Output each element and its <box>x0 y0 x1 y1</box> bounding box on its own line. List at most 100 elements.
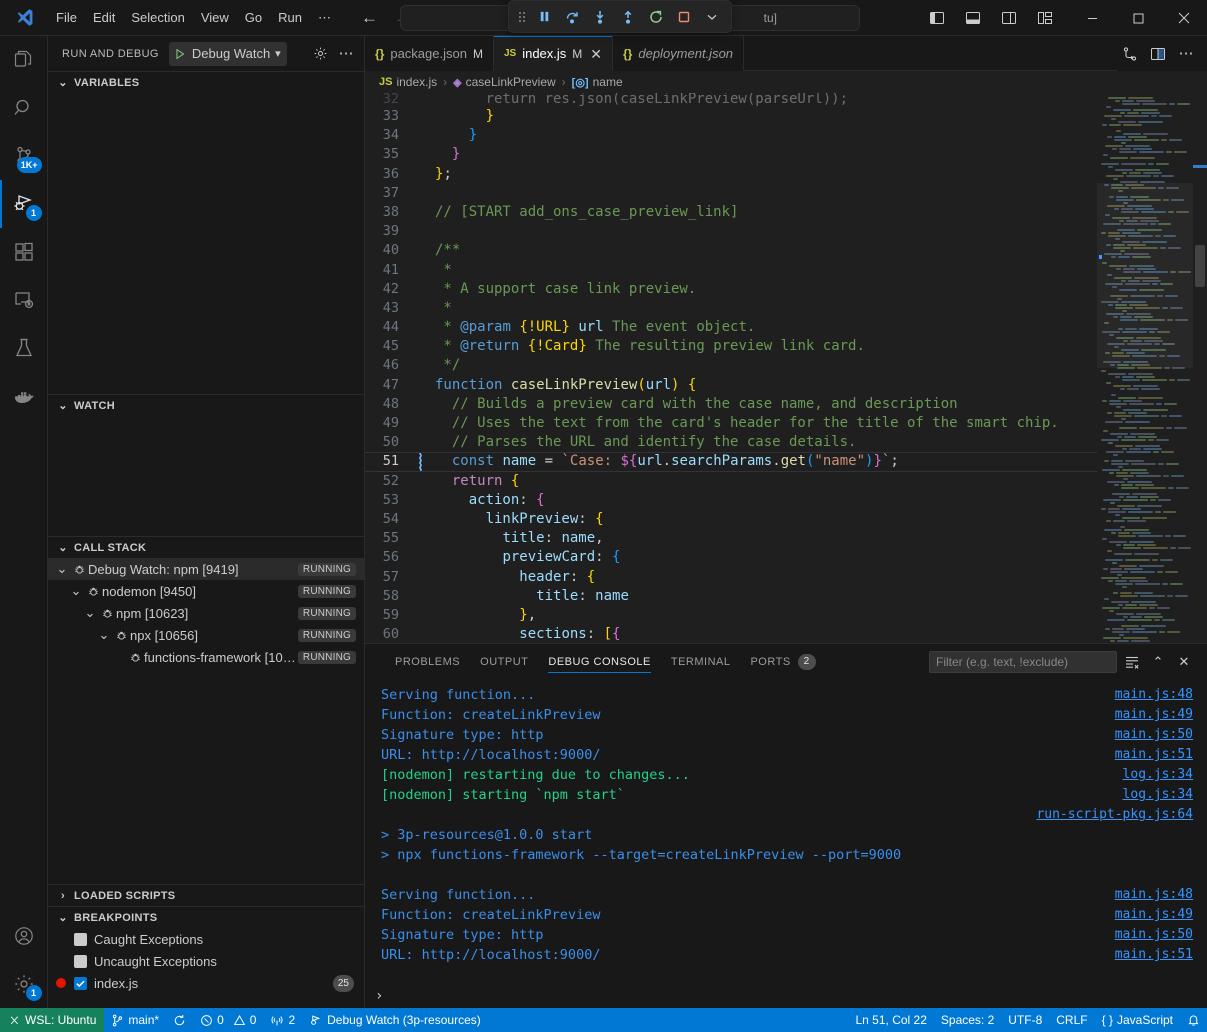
panel-tab-problems[interactable]: PROBLEMS <box>385 644 470 679</box>
code-line[interactable]: 47function caseLinkPreview(url) { <box>365 376 1097 395</box>
panel-tab-output[interactable]: OUTPUT <box>470 644 538 679</box>
call-stack-row[interactable]: ⌄npx [10656]RUNNING <box>48 624 364 646</box>
console-source-link[interactable]: main.js:51 <box>1115 745 1193 765</box>
menu-selection[interactable]: Selection <box>123 6 192 29</box>
activity-source-control[interactable]: 1K+ <box>0 132 48 180</box>
status-language-mode[interactable]: { } JavaScript <box>1095 1008 1180 1032</box>
code-line[interactable]: 34 } <box>365 126 1097 145</box>
debug-console-output[interactable]: Serving function...main.js:48Function: c… <box>365 679 1207 984</box>
activity-explorer[interactable] <box>0 36 48 84</box>
activity-accounts[interactable] <box>0 912 48 960</box>
chevron-down-icon[interactable]: ⌄ <box>96 627 112 643</box>
code-line[interactable]: 48 // Builds a preview card with the cas… <box>365 395 1097 414</box>
status-remote-host[interactable]: WSL: Ubuntu <box>0 1008 104 1032</box>
menu-file[interactable]: File <box>48 6 85 29</box>
scrollbar-thumb[interactable] <box>1195 245 1205 287</box>
code-line[interactable]: 49 // Uses the text from the card's head… <box>365 414 1097 433</box>
breakpoint-checkbox[interactable] <box>74 977 87 990</box>
status-notifications[interactable] <box>1180 1008 1207 1032</box>
maximize-button[interactable] <box>1115 0 1161 36</box>
open-changes-icon[interactable] <box>1117 41 1143 67</box>
code-line[interactable]: 50 // Parses the URL and identify the ca… <box>365 433 1097 452</box>
console-source-link[interactable]: main.js:48 <box>1115 685 1193 705</box>
code-line[interactable]: 38// [START add_ons_case_preview_link] <box>365 203 1097 222</box>
menu-go[interactable]: Go <box>237 6 270 29</box>
code-line[interactable]: 54 linkPreview: { <box>365 510 1097 529</box>
more-debug-actions-button[interactable] <box>699 5 725 29</box>
activity-search[interactable] <box>0 84 48 132</box>
editor-tab[interactable]: JSindex.jsM✕ <box>494 36 613 71</box>
drag-handle-icon[interactable] <box>515 10 529 24</box>
code-line[interactable]: 36}; <box>365 165 1097 184</box>
menu-edit[interactable]: Edit <box>85 6 123 29</box>
activity-extensions[interactable] <box>0 228 48 276</box>
menu-more[interactable]: ⋯ <box>310 6 339 30</box>
menu-run[interactable]: Run <box>270 6 310 29</box>
step-over-button[interactable] <box>559 5 585 29</box>
toggle-primary-sidebar-icon[interactable] <box>921 3 953 33</box>
status-ports[interactable]: 2 <box>263 1008 302 1032</box>
code-line[interactable]: 32 return res.json(caseLinkPreview(parse… <box>365 93 1097 107</box>
code-line[interactable]: 39 <box>365 222 1097 241</box>
status-eol[interactable]: CRLF <box>1049 1008 1094 1032</box>
breakpoint-checkbox[interactable] <box>74 955 87 968</box>
activity-run-and-debug[interactable]: 1 <box>0 180 48 228</box>
stop-button[interactable] <box>671 5 697 29</box>
activity-remote-explorer[interactable] <box>0 276 48 324</box>
chevron-down-icon[interactable]: ⌄ <box>82 605 98 621</box>
minimap-slider[interactable] <box>1097 183 1193 368</box>
console-source-link[interactable]: log.js:34 <box>1123 765 1193 785</box>
panel-tab-debug-console[interactable]: DEBUG CONSOLE <box>538 644 660 679</box>
pause-button[interactable] <box>531 5 557 29</box>
panel-tab-terminal[interactable]: TERMINAL <box>661 644 741 679</box>
breakpoint-row[interactable]: Uncaught Exceptions <box>48 950 364 972</box>
clear-console-icon[interactable] <box>1121 651 1143 673</box>
restart-button[interactable] <box>643 5 669 29</box>
close-panel-icon[interactable]: ✕ <box>1173 651 1195 673</box>
code-line[interactable]: 60 sections: [{ <box>365 625 1097 643</box>
debug-console-input[interactable]: › <box>365 984 1207 1008</box>
activity-testing[interactable] <box>0 324 48 372</box>
console-source-link[interactable]: main.js:48 <box>1115 885 1193 905</box>
call-stack-row[interactable]: functions-framework [106…RUNNING <box>48 646 364 668</box>
call-stack-row[interactable]: ⌄nodemon [9450]RUNNING <box>48 580 364 602</box>
status-debug-session[interactable]: Debug Watch (3p-resources) <box>302 1008 488 1032</box>
code-line[interactable]: 59 }, <box>365 606 1097 625</box>
watch-list[interactable] <box>48 416 364 536</box>
split-editor-right-icon[interactable] <box>1145 41 1171 67</box>
status-sync[interactable] <box>166 1008 193 1032</box>
code-line[interactable]: 44 * @param {!URL} url The event object. <box>365 318 1097 337</box>
code-line[interactable]: 52 return { <box>365 472 1097 491</box>
status-cursor-position[interactable]: Ln 51, Col 22 <box>849 1008 934 1032</box>
code-line[interactable]: 33 } <box>365 107 1097 126</box>
code-line[interactable]: 37 <box>365 184 1097 203</box>
console-source-link[interactable]: run-script-pkg.js:64 <box>1036 805 1193 825</box>
call-stack-row[interactable]: ⌄npm [10623]RUNNING <box>48 602 364 624</box>
status-encoding[interactable]: UTF-8 <box>1001 1008 1049 1032</box>
code-lines[interactable]: 32 return res.json(caseLinkPreview(parse… <box>365 93 1097 643</box>
pane-header-variables[interactable]: ⌄ VARIABLES <box>48 71 364 93</box>
code-line[interactable]: 46 */ <box>365 356 1097 375</box>
breakpoints-list[interactable]: Caught ExceptionsUncaught Exceptionsinde… <box>48 928 364 994</box>
minimize-button[interactable] <box>1069 0 1115 36</box>
code-line[interactable]: 56 previewCard: { <box>365 548 1097 567</box>
console-source-link[interactable]: main.js:50 <box>1115 925 1193 945</box>
breadcrumb[interactable]: JSindex.js›◈caseLinkPreview›[◎]name <box>365 71 1207 93</box>
console-source-link[interactable]: main.js:51 <box>1115 945 1193 965</box>
code-line[interactable]: 40/** <box>365 241 1097 260</box>
call-stack-list[interactable]: ⌄Debug Watch: npm [9419]RUNNING⌄nodemon … <box>48 558 364 884</box>
breakpoint-glyph-icon[interactable] <box>411 452 429 471</box>
pane-header-loaded-scripts[interactable]: › LOADED SCRIPTS <box>48 884 364 906</box>
variables-list[interactable] <box>48 93 364 394</box>
breadcrumb-item[interactable]: JSindex.js <box>379 75 437 89</box>
minimap[interactable] <box>1097 93 1193 643</box>
code-line[interactable]: 45 * @return {!Card} The resulting previ… <box>365 337 1097 356</box>
code-line[interactable]: 43 * <box>365 299 1097 318</box>
pane-header-breakpoints[interactable]: ⌄ BREAKPOINTS <box>48 906 364 928</box>
breakpoint-row[interactable]: index.js25 <box>48 972 364 994</box>
breadcrumb-item[interactable]: ◈caseLinkPreview <box>453 75 556 89</box>
editor-tab[interactable]: {}package.jsonM <box>365 36 494 71</box>
toggle-secondary-sidebar-icon[interactable] <box>993 3 1025 33</box>
code-line[interactable]: 41 * <box>365 261 1097 280</box>
console-source-link[interactable]: main.js:49 <box>1115 705 1193 725</box>
